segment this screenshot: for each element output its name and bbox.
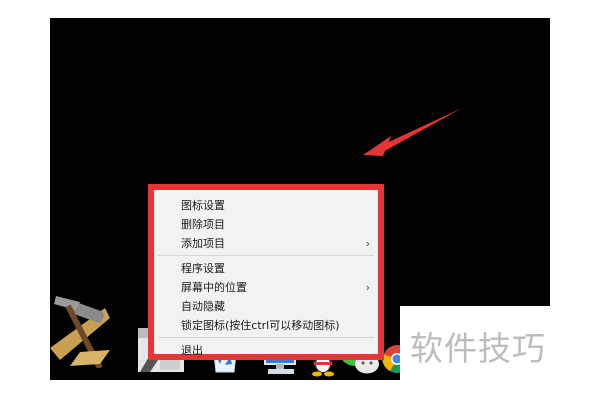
context-menu-highlight: 图标设置删除项目添加项目 › 程序设置屏幕中的位置 › 自动隐藏锁定图标(按住ctrl可… <box>148 184 384 360</box>
menu-item-label: 退出 <box>181 344 203 357</box>
context-menu: 图标设置删除项目添加项目 › 程序设置屏幕中的位置 › 自动隐藏锁定图标(按住ctrl可… <box>154 190 378 357</box>
watermark: 软件技巧 <box>400 306 560 380</box>
menu-item[interactable]: 删除项目 <box>154 215 378 234</box>
menu-item-label: 程序设置 <box>181 262 225 275</box>
chevron-right-icon: › <box>365 237 370 250</box>
menu-item[interactable]: 自动隐藏 <box>154 297 378 316</box>
menu-item[interactable]: 锁定图标(按住ctrl可以移动图标) <box>154 316 378 335</box>
menu-item[interactable]: 屏幕中的位置 › <box>154 278 378 297</box>
chevron-right-icon: › <box>365 281 370 294</box>
menu-item-label: 添加项目 <box>181 237 225 250</box>
watermark-text: 软件技巧 <box>410 329 546 368</box>
menu-item-label: 锁定图标(按住ctrl可以移动图标) <box>181 319 340 332</box>
menu-item[interactable]: 添加项目 › <box>154 234 378 253</box>
menu-item-label: 删除项目 <box>181 218 225 231</box>
menu-separator <box>158 337 374 338</box>
menu-item-label: 图标设置 <box>181 199 225 212</box>
menu-separator <box>158 255 374 256</box>
menu-item[interactable]: 程序设置 <box>154 259 378 278</box>
tools-icon[interactable] <box>50 288 120 368</box>
menu-item[interactable]: 退出 <box>154 341 378 360</box>
menu-item[interactable]: 图标设置 <box>154 196 378 215</box>
menu-item-label: 自动隐藏 <box>181 300 225 313</box>
menu-item-label: 屏幕中的位置 <box>181 281 247 294</box>
